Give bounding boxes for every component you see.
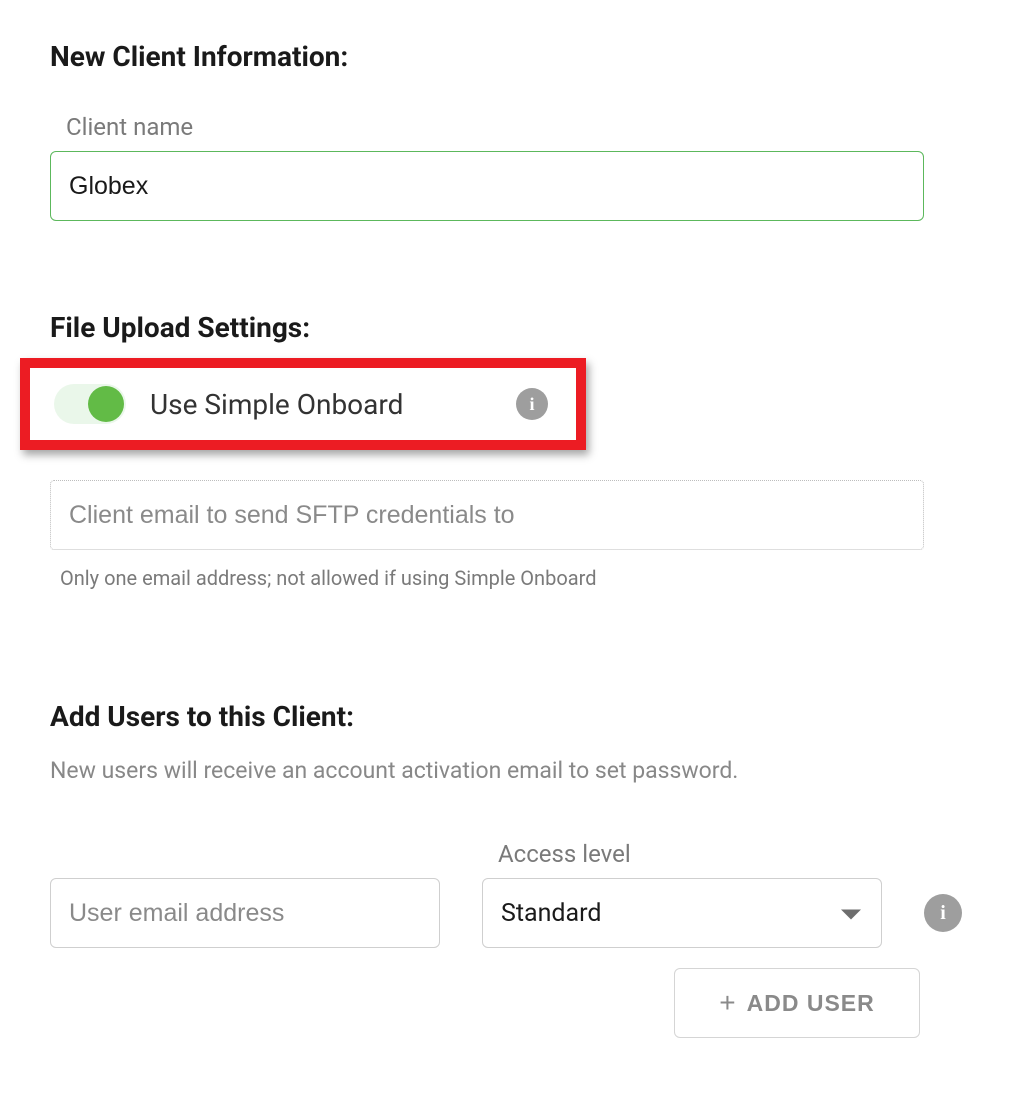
info-icon[interactable]: i: [516, 388, 548, 420]
sftp-email-input[interactable]: [50, 480, 924, 550]
section-heading-file-upload: File Upload Settings:: [50, 311, 962, 344]
user-email-input[interactable]: [50, 878, 440, 948]
section-heading-client-info: New Client Information:: [50, 40, 962, 73]
simple-onboard-highlight: Use Simple Onboard i: [20, 358, 586, 450]
add-user-button-label: ADD USER: [747, 990, 875, 1017]
chevron-down-icon: [841, 910, 861, 920]
sftp-helper-text: Only one email address; not allowed if u…: [60, 566, 962, 590]
file-upload-section: File Upload Settings: Use Simple Onboard…: [50, 311, 962, 590]
add-users-section: Add Users to this Client: New users will…: [50, 700, 962, 1038]
access-level-select[interactable]: Standard: [482, 878, 882, 948]
section-heading-add-users: Add Users to this Client:: [50, 700, 962, 733]
access-level-value: Standard: [501, 899, 601, 928]
access-level-field: Access level Standard: [482, 840, 882, 948]
info-icon[interactable]: i: [924, 894, 962, 932]
client-name-label: Client name: [66, 113, 962, 141]
access-level-label: Access level: [498, 840, 882, 868]
add-users-description: New users will receive an account activa…: [50, 757, 962, 784]
add-user-row: Access level Standard i: [50, 840, 962, 948]
plus-icon: +: [719, 989, 736, 1017]
add-user-button[interactable]: + ADD USER: [674, 968, 920, 1038]
client-info-section: New Client Information: Client name: [50, 40, 962, 221]
toggle-knob: [88, 386, 124, 422]
simple-onboard-toggle[interactable]: [54, 384, 126, 424]
client-name-input[interactable]: [50, 151, 924, 221]
simple-onboard-toggle-label: Use Simple Onboard: [150, 388, 492, 421]
